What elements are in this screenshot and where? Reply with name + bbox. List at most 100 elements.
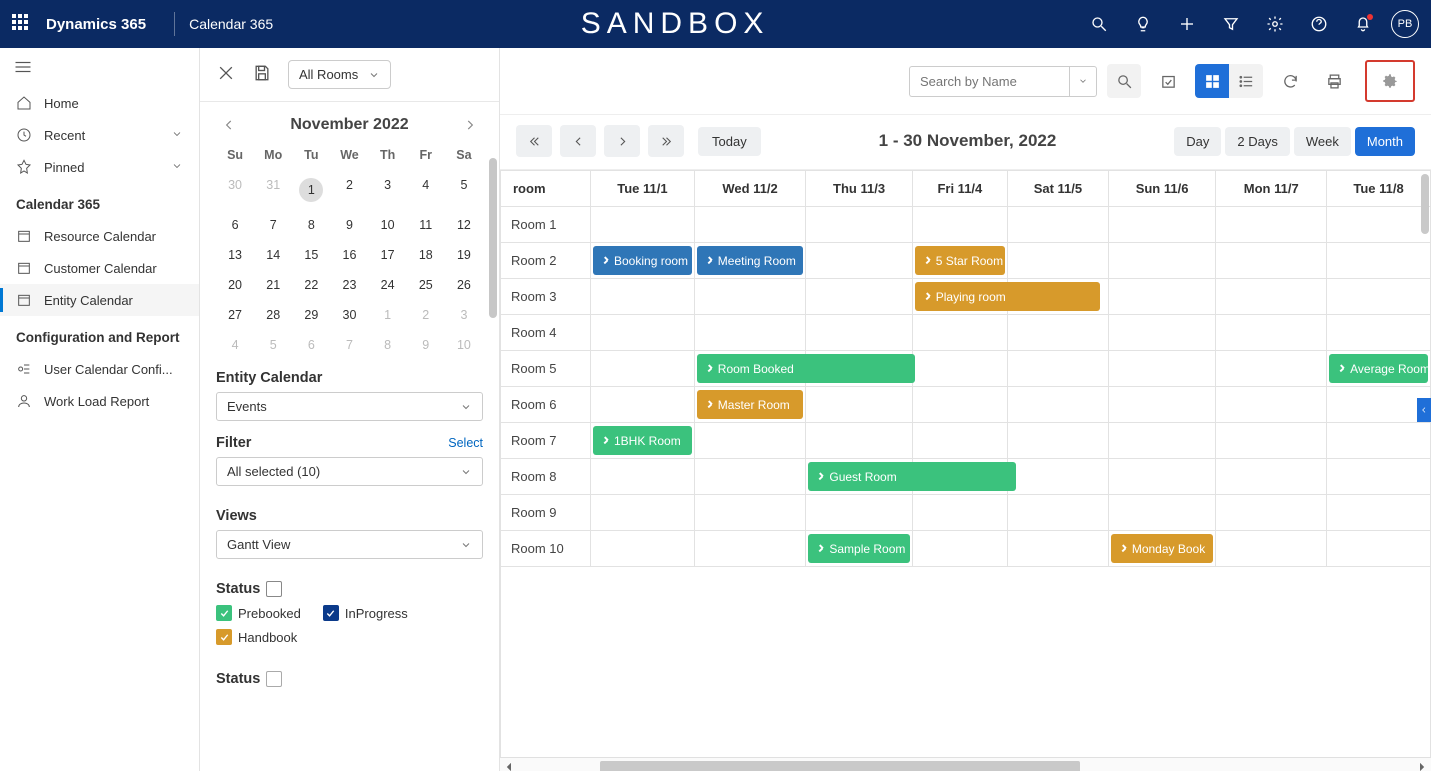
lightbulb-icon[interactable]	[1121, 0, 1165, 48]
nav-user-calendar-config[interactable]: User Calendar Confi...	[0, 353, 199, 385]
status-master-checkbox[interactable]	[266, 581, 282, 597]
gantt-cell[interactable]	[1108, 243, 1215, 279]
range-day[interactable]: Day	[1174, 127, 1221, 156]
gantt-cell[interactable]	[1327, 495, 1431, 531]
settings-button-highlighted[interactable]	[1365, 60, 1415, 102]
calendar-day[interactable]: 22	[292, 274, 330, 296]
gantt-cell[interactable]	[912, 351, 1007, 387]
gantt-cell[interactable]	[591, 459, 695, 495]
nav-recent[interactable]: Recent	[0, 119, 199, 151]
list-view-button[interactable]	[1229, 64, 1263, 98]
gantt-cell[interactable]	[1216, 315, 1327, 351]
gantt-cell[interactable]	[1007, 423, 1108, 459]
calendar-check-icon[interactable]	[1151, 64, 1185, 98]
calendar-day[interactable]: 4	[407, 174, 445, 206]
scroll-thumb[interactable]	[600, 761, 1080, 771]
search-dropdown[interactable]	[1069, 66, 1097, 97]
gantt-cell[interactable]	[591, 279, 695, 315]
calendar-day[interactable]: 27	[216, 304, 254, 326]
gantt-cell[interactable]	[591, 207, 695, 243]
gantt-cell[interactable]	[1327, 387, 1431, 423]
filter-icon[interactable]	[1209, 0, 1253, 48]
gantt-cell[interactable]	[591, 531, 695, 567]
calendar-day[interactable]: 25	[407, 274, 445, 296]
gantt-cell[interactable]	[1007, 531, 1108, 567]
calendar-day[interactable]: 20	[216, 274, 254, 296]
gantt-cell[interactable]	[591, 387, 695, 423]
scrollbar-thumb[interactable]	[489, 158, 497, 318]
nav-pinned[interactable]: Pinned	[0, 151, 199, 183]
gantt-cell[interactable]	[1327, 279, 1431, 315]
calendar-day[interactable]: 30	[330, 304, 368, 326]
gantt-cell[interactable]: Playing room	[912, 279, 1007, 315]
calendar-day[interactable]: 6	[292, 334, 330, 356]
gantt-cell[interactable]	[1108, 279, 1215, 315]
calendar-day[interactable]: 13	[216, 244, 254, 266]
status-handbook[interactable]: Handbook	[216, 629, 297, 645]
calendar-day[interactable]: 24	[369, 274, 407, 296]
search-input[interactable]	[909, 66, 1069, 97]
nav-home[interactable]: Home	[0, 87, 199, 119]
gantt-cell[interactable]	[1108, 495, 1215, 531]
nav-prev[interactable]	[560, 125, 596, 157]
calendar-day[interactable]: 1	[292, 174, 330, 206]
gantt-cell[interactable]	[1007, 243, 1108, 279]
gantt-cell[interactable]	[1216, 207, 1327, 243]
gantt-cell[interactable]	[1216, 495, 1327, 531]
gantt-cell[interactable]	[1108, 459, 1215, 495]
bell-icon[interactable]	[1341, 0, 1385, 48]
gantt-cell[interactable]	[694, 531, 806, 567]
gantt-cell[interactable]	[912, 495, 1007, 531]
scroll-left-icon[interactable]	[500, 758, 518, 771]
gantt-cell[interactable]	[1216, 459, 1327, 495]
calendar-day[interactable]: 19	[445, 244, 483, 266]
event[interactable]: Booking room	[593, 246, 692, 275]
grid-view-button[interactable]	[1195, 64, 1229, 98]
gantt-cell[interactable]	[694, 423, 806, 459]
hamburger-icon[interactable]	[0, 56, 199, 87]
gantt-cell[interactable]: Meeting Room	[694, 243, 806, 279]
calendar-day[interactable]: 2	[330, 174, 368, 206]
gantt-cell[interactable]	[1007, 459, 1108, 495]
scroll-right-icon[interactable]	[1413, 758, 1431, 771]
gantt-hscroll[interactable]	[500, 757, 1431, 771]
gantt-cell[interactable]	[591, 315, 695, 351]
gantt-cell[interactable]	[1327, 207, 1431, 243]
gantt-cell[interactable]	[1216, 279, 1327, 315]
sub-app-name[interactable]: Calendar 365	[189, 16, 273, 32]
calendar-day[interactable]: 12	[445, 214, 483, 236]
gantt-cell[interactable]: 1BHK Room	[591, 423, 695, 459]
event[interactable]: Average Room	[1329, 354, 1428, 383]
chevron-right-icon[interactable]	[463, 118, 477, 132]
gantt-cell[interactable]: Monday Book	[1108, 531, 1215, 567]
gantt-cell[interactable]	[912, 423, 1007, 459]
calendar-day[interactable]: 1	[369, 304, 407, 326]
entity-select[interactable]: Events	[216, 392, 483, 421]
gantt-cell[interactable]	[806, 207, 912, 243]
calendar-day[interactable]: 30	[216, 174, 254, 206]
status-inprogress[interactable]: InProgress	[323, 605, 408, 621]
gantt-cell[interactable]	[912, 315, 1007, 351]
gantt-cell[interactable]	[1007, 279, 1108, 315]
nav-customer-calendar[interactable]: Customer Calendar	[0, 252, 199, 284]
event[interactable]: Monday Book	[1111, 534, 1213, 563]
calendar-day[interactable]: 9	[407, 334, 445, 356]
gantt-cell[interactable]: Sample Room	[806, 531, 912, 567]
print-icon[interactable]	[1317, 64, 1351, 98]
calendar-day[interactable]: 28	[254, 304, 292, 326]
calendar-day[interactable]: 11	[407, 214, 445, 236]
calendar-day[interactable]: 14	[254, 244, 292, 266]
gantt-cell[interactable]	[1216, 423, 1327, 459]
range-month[interactable]: Month	[1355, 127, 1415, 156]
nav-entity-calendar[interactable]: Entity Calendar	[0, 284, 199, 316]
range-week[interactable]: Week	[1294, 127, 1351, 156]
gantt-cell[interactable]	[1327, 531, 1431, 567]
gantt-cell[interactable]	[1216, 351, 1327, 387]
gantt-cell[interactable]	[1007, 495, 1108, 531]
calendar-day[interactable]: 26	[445, 274, 483, 296]
gantt-cell[interactable]	[694, 207, 806, 243]
calendar-day[interactable]: 6	[216, 214, 254, 236]
gantt-cell[interactable]	[806, 423, 912, 459]
calendar-day[interactable]: 31	[254, 174, 292, 206]
gantt-cell[interactable]	[1007, 387, 1108, 423]
